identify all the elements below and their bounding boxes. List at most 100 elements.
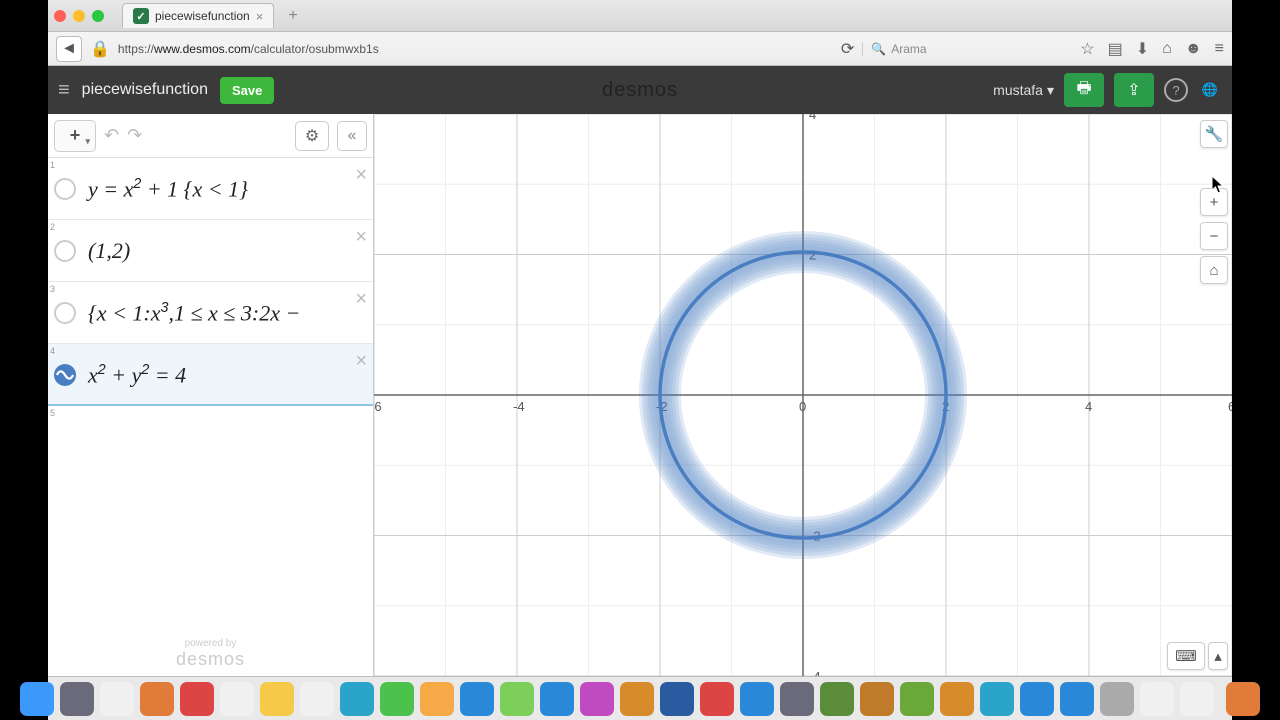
graph-canvas[interactable]: -6-4-20246-4-224 🔧 + − ⌂ ⌨ ▴: [374, 114, 1232, 676]
svg-text:-4: -4: [513, 399, 525, 414]
delete-row-icon[interactable]: ×: [355, 226, 367, 249]
svg-text:6: 6: [1228, 399, 1232, 414]
dock-app-icon[interactable]: [300, 682, 334, 716]
dock-app-icon[interactable]: [860, 682, 894, 716]
expression-text[interactable]: x2 + y2 = 4: [82, 344, 373, 400]
dock-app-icon[interactable]: [1060, 682, 1094, 716]
browser-tab-bar: ✓ piecewisefunction × +: [48, 0, 1232, 32]
expression-text[interactable]: (1,2): [82, 220, 373, 276]
svg-text:-4: -4: [809, 669, 821, 676]
bookmark-star-icon[interactable]: ☆: [1080, 39, 1094, 59]
expression-row[interactable]: 2 (1,2)×: [48, 220, 373, 282]
expression-text[interactable]: y = x2 + 1 {x < 1}: [82, 158, 373, 214]
dock-app-icon[interactable]: [1100, 682, 1134, 716]
minimize-window-icon[interactable]: [73, 10, 85, 22]
svg-text:4: 4: [1085, 399, 1092, 414]
home-icon[interactable]: ⌂: [1162, 40, 1172, 58]
print-button[interactable]: 🖶: [1064, 73, 1104, 107]
toggle-off-icon: [54, 240, 76, 262]
tab-close-icon[interactable]: ×: [256, 9, 264, 24]
reader-icon[interactable]: ▤: [1108, 39, 1123, 59]
undo-icon[interactable]: ↶: [104, 125, 119, 146]
dock-app-icon[interactable]: [100, 682, 134, 716]
settings-icon[interactable]: ⚙: [295, 121, 329, 151]
dock-app-icon[interactable]: [980, 682, 1014, 716]
expression-row[interactable]: 4 x2 + y2 = 4×: [48, 344, 373, 406]
keyboard-expand-icon[interactable]: ▴: [1208, 642, 1228, 670]
url-display[interactable]: https://www.desmos.com/calculator/osubmw…: [118, 42, 379, 56]
dock-app-icon[interactable]: [780, 682, 814, 716]
expression-row[interactable]: 1y = x2 + 1 {x < 1}×: [48, 158, 373, 220]
redo-icon[interactable]: ↷: [127, 125, 142, 146]
dock-app-icon[interactable]: [140, 682, 174, 716]
app-header: ≡ piecewisefunction Save desmos mustafa …: [48, 66, 1232, 114]
dock-app-icon[interactable]: [500, 682, 534, 716]
dock-app-icon[interactable]: [380, 682, 414, 716]
menu-icon[interactable]: ≡: [1215, 40, 1224, 58]
share-button[interactable]: ⇪: [1114, 73, 1154, 107]
dock-app-icon[interactable]: [20, 682, 54, 716]
dock-app-icon[interactable]: [60, 682, 94, 716]
zoom-in-button[interactable]: +: [1200, 188, 1228, 216]
dock-app-icon[interactable]: [1180, 682, 1214, 716]
dock-app-icon[interactable]: [460, 682, 494, 716]
reload-icon[interactable]: ⟳: [841, 39, 854, 59]
dock-app-icon[interactable]: [620, 682, 654, 716]
dock-app-icon[interactable]: [1140, 682, 1174, 716]
chevron-down-icon: ▾: [1047, 82, 1054, 99]
lock-icon: 🔒: [90, 39, 110, 59]
hamburger-icon[interactable]: ≡: [58, 79, 70, 102]
zoom-home-button[interactable]: ⌂: [1200, 256, 1228, 284]
delete-row-icon[interactable]: ×: [355, 350, 367, 373]
row-index: 3: [50, 284, 55, 294]
svg-text:4: 4: [809, 114, 816, 122]
row-index: 4: [50, 346, 55, 356]
help-icon[interactable]: ?: [1164, 78, 1188, 102]
delete-row-icon[interactable]: ×: [355, 288, 367, 311]
macos-dock: [48, 676, 1232, 720]
dock-app-icon[interactable]: [1020, 682, 1054, 716]
delete-row-icon[interactable]: ×: [355, 164, 367, 187]
add-expression-button[interactable]: +: [54, 120, 96, 152]
dock-app-icon[interactable]: [660, 682, 694, 716]
graph-title[interactable]: piecewisefunction: [82, 81, 208, 99]
dock-app-icon[interactable]: [260, 682, 294, 716]
user-menu[interactable]: mustafa ▾: [993, 82, 1054, 99]
back-button[interactable]: ◄: [56, 36, 82, 62]
dock-app-icon[interactable]: [1226, 682, 1260, 716]
dock-app-icon[interactable]: [700, 682, 734, 716]
browser-toolbar: ◄ 🔒 https://www.desmos.com/calculator/os…: [48, 32, 1232, 66]
browser-tab[interactable]: ✓ piecewisefunction ×: [122, 3, 274, 28]
expression-text[interactable]: {x < 1:x3,1 ≤ x ≤ 3:2x −: [82, 282, 373, 338]
toggle-off-icon: [54, 302, 76, 324]
dock-app-icon[interactable]: [740, 682, 774, 716]
dock-app-icon[interactable]: [180, 682, 214, 716]
dock-app-icon[interactable]: [900, 682, 934, 716]
search-placeholder: Arama: [891, 42, 926, 56]
expression-list: 1y = x2 + 1 {x < 1}×2(1,2)×3{x < 1:x3,1 …: [48, 158, 373, 676]
pocket-icon[interactable]: ☻: [1185, 40, 1202, 58]
collapse-panel-icon[interactable]: «: [337, 121, 367, 151]
dock-app-icon[interactable]: [420, 682, 454, 716]
keyboard-icon[interactable]: ⌨: [1167, 642, 1205, 670]
dock-app-icon[interactable]: [580, 682, 614, 716]
language-icon[interactable]: 🌐: [1198, 78, 1222, 102]
expression-row-empty[interactable]: 5: [48, 406, 373, 431]
dock-app-icon[interactable]: [820, 682, 854, 716]
zoom-out-button[interactable]: −: [1200, 222, 1228, 250]
row-index: 2: [50, 222, 55, 232]
dock-app-icon[interactable]: [540, 682, 574, 716]
dock-app-icon[interactable]: [220, 682, 254, 716]
toggle-on-icon: [54, 364, 76, 386]
expression-row[interactable]: 3 {x < 1:x3,1 ≤ x ≤ 3:2x −×: [48, 282, 373, 344]
wrench-icon[interactable]: 🔧: [1200, 120, 1228, 148]
browser-search[interactable]: 🔍 Arama: [862, 42, 1072, 56]
close-window-icon[interactable]: [54, 10, 66, 22]
maximize-window-icon[interactable]: [92, 10, 104, 22]
dock-app-icon[interactable]: [340, 682, 374, 716]
tab-title: piecewisefunction: [155, 9, 250, 23]
downloads-icon[interactable]: ⬇: [1136, 39, 1149, 59]
save-button[interactable]: Save: [220, 77, 274, 104]
dock-app-icon[interactable]: [940, 682, 974, 716]
new-tab-button[interactable]: +: [282, 7, 303, 25]
